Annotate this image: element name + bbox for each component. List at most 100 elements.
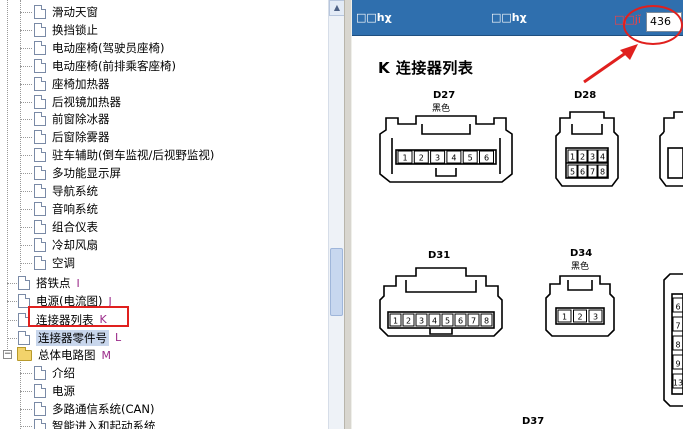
connector-pin-number: 1 [562,313,567,322]
collapse-expander[interactable]: − [3,350,12,359]
connector-label-d34: D34 [570,248,593,259]
tree-line [7,337,17,339]
connector-label-d28: D28 [574,90,597,101]
tree-folder-letter: M [101,348,112,362]
tree-item-label: 换挡锁止 [52,22,98,37]
tree-pane: 滑动天窗 换挡锁止电动座椅(驾驶员座椅) 电动座椅(前排乘客座椅) 座椅加热器后视镜加… [0,0,328,429]
connector-diagram-partial [659,111,683,187]
connector-pin-number: 6 [675,303,680,312]
tree-item-label: 导航系统 [52,184,98,198]
tree-line [20,173,32,175]
tree-item[interactable]: 驻车辅助(倒车监视/后视野监视) [34,146,214,164]
scroll-thumb[interactable] [330,248,343,316]
toolbar-text-left[interactable]: □□hχ [356,11,392,24]
document-icon [34,58,46,73]
tree-line [7,301,17,303]
tree-item[interactable]: 连接器零件号 L [18,329,121,347]
connector-pin-number: 7 [471,317,476,326]
tree-line [20,65,32,67]
tree-item[interactable]: 电动座椅(驾驶员座椅) [34,39,164,57]
tree-item[interactable]: 组合仪表 [34,218,98,236]
tree-item[interactable]: 电源 [34,382,75,400]
document-icon [18,330,30,345]
folder-open-icon [17,346,32,361]
tree-item[interactable]: 音响系统 [34,200,98,218]
document-icon [34,401,46,416]
document-icon [34,22,46,37]
connector-pin-number: 6 [580,168,585,177]
tree-line [20,262,32,264]
tree-line [20,0,21,272]
connector-pin-number: 2 [406,317,411,326]
document-icon [34,366,46,380]
connector-pin-number: 1 [570,153,575,162]
document-icon [34,201,46,216]
document-icon [34,237,46,252]
tree-item-label: 座椅加热器 [52,76,110,91]
tree-item[interactable]: 智能进入和起动系统 [34,417,156,429]
connector-pin-number: 9 [675,360,680,369]
tree-item[interactable]: 电动座椅(前排乘客座椅) [34,57,176,75]
tree-item-label: 前窗除冰器 [52,112,110,127]
connector-diagram-partial-lower: 6 7 8 9 13 [663,273,683,407]
document-icon [34,184,46,198]
tree-item[interactable]: 多功能显示屏 [34,164,121,182]
document-icon [34,166,46,181]
tree-item[interactable]: 滑动天窗 [34,3,98,21]
tree-folder-label: 总体电路图 [38,348,96,362]
connector-pin-number: 13 [673,379,683,388]
connector-pin-number: 8 [484,317,489,326]
tree-item-label: 音响系统 [52,201,98,216]
tree-item-label: 组合仪表 [52,219,98,234]
pane-splitter[interactable] [344,0,352,429]
tree-line [20,408,32,410]
tree-item-label: 空调 [52,255,75,270]
document-icon [34,130,46,145]
connector-pin-number: 4 [432,317,437,326]
tree-line [20,101,32,103]
connector-label-d27: D27 [433,90,456,101]
connector-pin-number: 1 [393,317,398,326]
tree-item[interactable]: 空调 [34,254,75,272]
tree-item[interactable]: 导航系统 [34,182,98,200]
connector-pin-number: 2 [577,313,582,322]
connector-pin-number: 8 [600,168,605,177]
connector-pin-number: 8 [675,341,680,350]
connector-pin-number: 7 [590,168,595,177]
tree-item[interactable]: 多路通信系统(CAN) [34,400,154,418]
tree-item[interactable]: 前窗除冰器 [34,110,110,128]
tree-item-label: 介绍 [52,366,75,380]
tree-line [20,373,32,374]
connector-pin-number: 6 [458,317,463,326]
scroll-up-icon[interactable]: ▲ [329,0,345,16]
tree-folder-overall-circuit[interactable]: 总体电路图 M [17,346,111,364]
tree-item[interactable]: 介绍 [34,364,75,382]
tree-item[interactable]: 冷却风扇 [34,236,98,254]
tree-scrollbar[interactable]: ▲ [328,0,345,429]
connector-pin-number: 3 [593,313,598,322]
tree-item[interactable]: 换挡锁止 [34,21,98,39]
connector-label-d37: D37 [522,416,545,427]
tree-line [20,119,32,121]
tree-line [20,12,32,13]
document-icon [34,94,46,109]
connector-diagram-d34: 1 2 3 [545,275,615,337]
toolbar-text-mid[interactable]: □□hχ [491,11,527,24]
tree-item-label: 多功能显示屏 [52,166,121,181]
connector-pin-number: 6 [484,154,489,163]
tree-item-label: 后视镜加热器 [52,94,121,109]
tree-item-label: 多路通信系统(CAN) [52,401,155,416]
tree-item[interactable]: 搭铁点 I [18,274,80,292]
document-icon [34,419,46,429]
tree-item[interactable]: 后视镜加热器 [34,93,121,111]
tree-item[interactable]: 后窗除雾器 [34,128,110,146]
connector-diagram-d28: 1 2 3 4 5 6 7 8 [555,111,619,187]
tree-line [20,191,32,192]
tree-line [20,208,32,210]
connector-pin-number: 3 [419,317,424,326]
tree-item[interactable]: 座椅加热器 [34,75,110,93]
tree-item-label: 后窗除雾器 [52,130,110,145]
tree-line [20,155,32,157]
tree-item-label: 冷却风扇 [52,237,98,252]
annotation-circle [623,5,683,45]
